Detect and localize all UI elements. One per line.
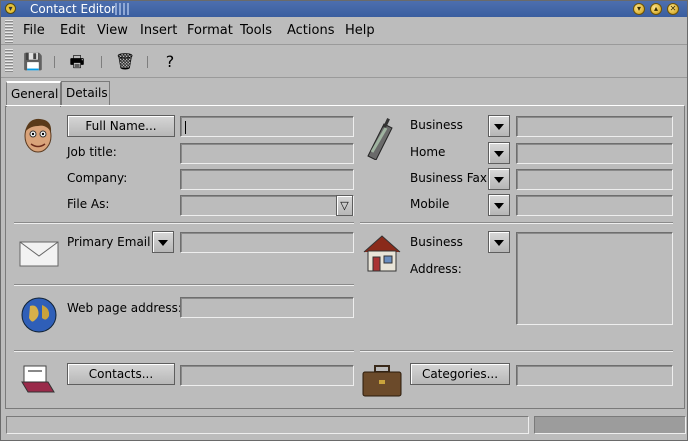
full-name-field[interactable] [180,116,354,137]
categories-button[interactable]: Categories... [410,363,510,385]
address-type-label: Business [410,235,463,249]
full-name-button[interactable]: Full Name... [67,115,175,137]
phone-home-field[interactable] [516,143,673,164]
window-menu-icon[interactable]: ▾ [5,3,16,14]
address-type-dropdown[interactable] [488,231,510,253]
menu-bar: File Edit View Insert Format Tools Actio… [1,17,687,45]
close-icon[interactable]: ✕ [667,3,679,15]
tab-general[interactable]: General [6,81,61,107]
contacts-icon [21,365,55,393]
title-decoration [115,3,131,15]
phone-mobile-dropdown[interactable] [488,194,510,216]
phone-icon [367,118,393,160]
email-type-dropdown[interactable] [152,231,174,253]
address-label: Address: [410,262,462,276]
envelope-icon [19,241,59,267]
phone-mobile-field[interactable] [516,195,673,216]
maximize-icon[interactable]: ▴ [650,3,662,15]
contacts-button-label: Contacts... [88,367,154,381]
primary-email-field[interactable] [180,232,354,253]
section-separator [14,284,354,286]
toolbar-separator [101,56,102,68]
menu-format[interactable]: Format [187,23,233,39]
phone-home-label: Home [410,145,446,159]
person-icon [24,118,52,153]
save-icon[interactable]: 💾 [23,52,43,72]
progress-area [534,416,686,434]
file-as-combo[interactable] [180,195,354,216]
contacts-field[interactable] [180,365,354,386]
file-as-label: File As: [67,197,110,211]
address-textarea[interactable] [516,232,673,325]
section-separator [14,222,354,224]
minimize-icon[interactable]: ▾ [633,3,645,15]
full-name-button-label: Full Name... [85,119,157,133]
categories-field[interactable] [516,365,673,386]
web-page-field[interactable] [180,297,354,318]
house-icon [363,235,401,272]
menu-file[interactable]: File [23,23,45,39]
web-page-label: Web page address: [67,301,182,315]
help-icon[interactable]: ? [160,52,180,72]
toolbar-grip-handle[interactable] [5,48,13,72]
toolbar-separator [54,56,55,68]
menu-insert[interactable]: Insert [140,23,177,39]
toolbar: 💾 🖶 🗑 ? [1,46,687,78]
print-icon[interactable]: 🖶 [67,52,87,72]
menu-help[interactable]: Help [345,23,375,39]
window-title: Contact Editor [30,2,117,16]
phone-business-fax-field[interactable] [516,169,673,190]
menu-view[interactable]: View [97,23,128,39]
section-separator [14,350,354,352]
primary-email-label: Primary Email [67,235,151,249]
company-label: Company: [67,171,128,185]
globe-icon [21,297,57,333]
delete-icon[interactable]: 🗑 [115,52,135,72]
menu-edit[interactable]: Edit [60,23,85,39]
job-title-field[interactable] [180,143,354,164]
tab-details[interactable]: Details [61,81,110,106]
status-message-area [6,416,529,434]
text-cursor [185,121,186,134]
menu-tools[interactable]: Tools [240,23,272,39]
phone-business-field[interactable] [516,116,673,137]
title-bar[interactable]: ▾ Contact Editor ▾ ▴ ✕ [1,1,687,17]
menubar-grip-handle[interactable] [5,19,13,43]
job-title-label: Job title: [67,145,117,159]
categories-button-label: Categories... [421,367,499,381]
briefcase-icon [362,365,402,397]
phone-business-fax-label: Business Fax [410,171,487,185]
company-field[interactable] [180,169,354,190]
phone-business-label: Business [410,118,463,132]
toolbar-separator [147,56,148,68]
contacts-button[interactable]: Contacts... [67,363,175,385]
menu-actions[interactable]: Actions [287,23,335,39]
phone-business-fax-dropdown[interactable] [488,168,510,190]
file-as-dropdown-button[interactable]: ▽ [336,195,353,216]
section-separator [360,350,673,352]
phone-mobile-label: Mobile [410,197,450,211]
phone-home-dropdown[interactable] [488,142,510,164]
phone-business-dropdown[interactable] [488,115,510,137]
section-separator [360,222,673,224]
